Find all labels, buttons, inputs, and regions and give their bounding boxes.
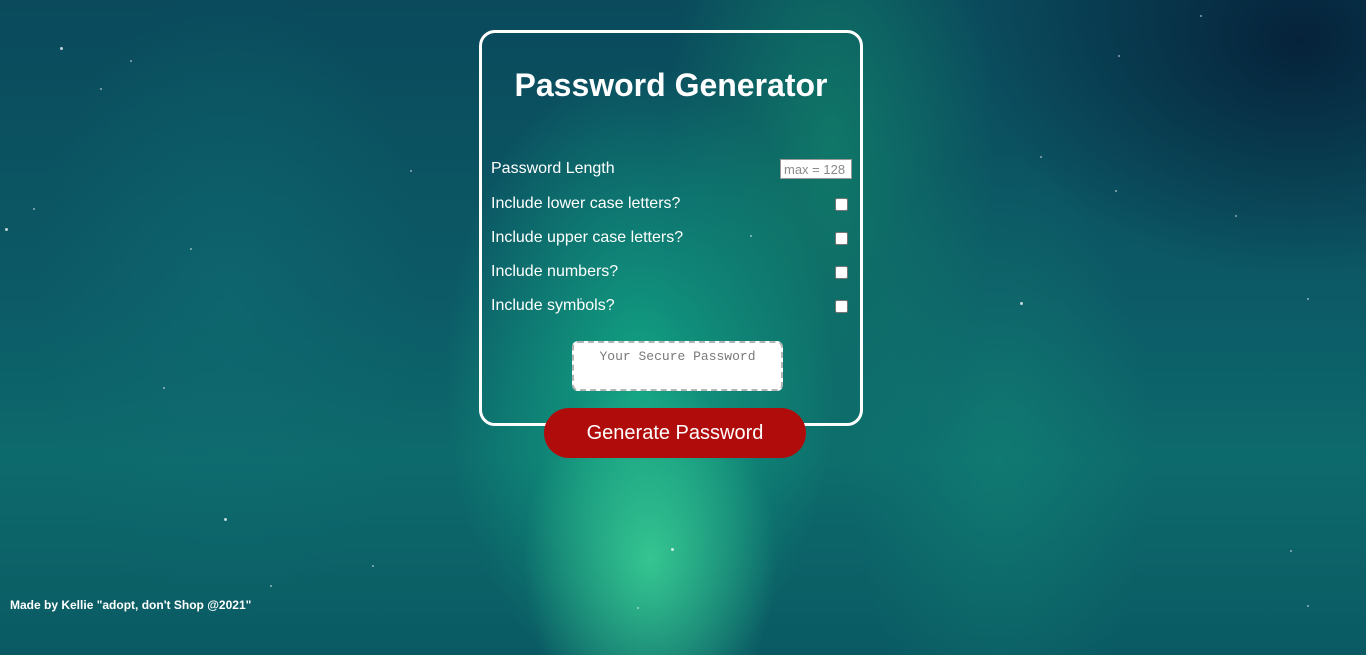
star <box>190 248 192 250</box>
star <box>1118 55 1120 57</box>
star <box>1040 156 1042 158</box>
star <box>372 565 374 567</box>
password-output[interactable] <box>572 341 783 391</box>
password-length-input[interactable] <box>780 159 852 179</box>
star <box>60 47 63 50</box>
symbols-label: Include symbols? <box>491 297 615 314</box>
star <box>1200 15 1202 17</box>
symbols-checkbox[interactable] <box>835 299 848 313</box>
lowercase-checkbox[interactable] <box>835 197 848 211</box>
option-row-lowercase: Include lower case letters? <box>491 193 851 215</box>
uppercase-label: Include upper case letters? <box>491 229 684 246</box>
generator-card: Password Generator Password Length Inclu… <box>479 30 863 426</box>
footer-credit: Made by Kellie "adopt, don't Shop @2021" <box>10 598 252 612</box>
password-length-label: Password Length <box>491 160 615 177</box>
star <box>100 88 102 90</box>
numbers-label: Include numbers? <box>491 263 619 280</box>
star <box>1235 215 1237 217</box>
option-row-symbols: Include symbols? <box>491 295 851 317</box>
star <box>130 60 132 62</box>
star <box>671 548 674 551</box>
password-length-row: Password Length <box>491 158 852 180</box>
star <box>1020 302 1023 305</box>
star <box>637 607 639 609</box>
star <box>224 518 227 521</box>
numbers-checkbox[interactable] <box>835 265 848 279</box>
star <box>270 585 272 587</box>
star <box>5 228 8 231</box>
generate-password-button[interactable]: Generate Password <box>544 408 806 458</box>
star <box>163 387 165 389</box>
star <box>1290 550 1292 552</box>
option-row-numbers: Include numbers? <box>491 261 851 283</box>
uppercase-checkbox[interactable] <box>835 231 848 245</box>
option-row-uppercase: Include upper case letters? <box>491 227 851 249</box>
star <box>410 170 412 172</box>
star <box>1307 298 1309 300</box>
star <box>1115 190 1117 192</box>
star <box>1307 605 1309 607</box>
lowercase-label: Include lower case letters? <box>491 195 681 212</box>
page-title: Password Generator <box>514 67 828 103</box>
star <box>33 208 35 210</box>
